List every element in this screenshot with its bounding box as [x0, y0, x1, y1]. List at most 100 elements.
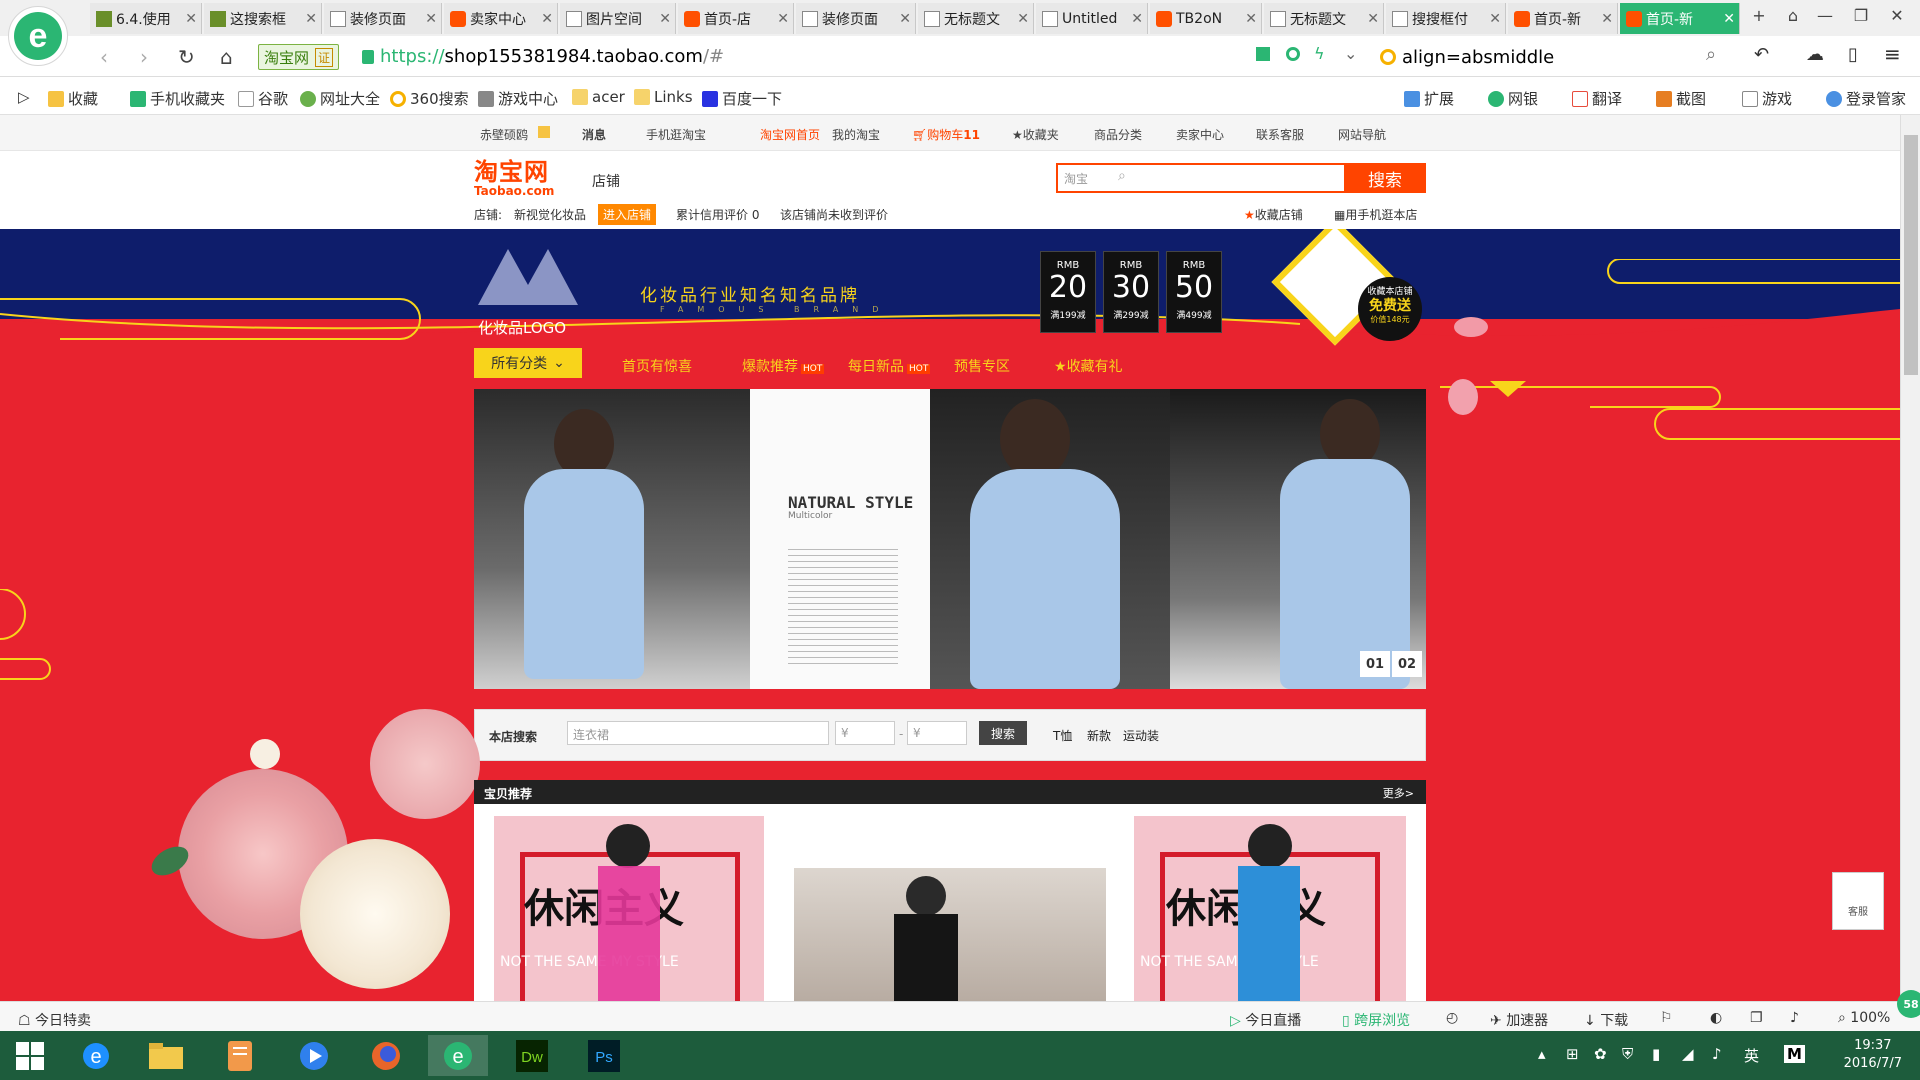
tab-11[interactable]: 无标题文 ✕ — [1264, 3, 1384, 34]
site-badge[interactable]: 淘宝网 证 — [258, 44, 340, 70]
ime-m-indicator[interactable]: M — [1784, 1045, 1805, 1063]
cross-screen-link[interactable]: ▯ 跨屏浏览 — [1342, 1010, 1410, 1030]
mobile-taobao-link[interactable]: 手机逛淘宝 — [646, 126, 706, 143]
lightning-icon[interactable]: ϟ — [1314, 44, 1325, 63]
close-icon[interactable]: ✕ — [1489, 11, 1501, 27]
message-link[interactable]: 消息 — [582, 126, 606, 143]
nav-presale[interactable]: 预售专区 — [954, 356, 1010, 376]
product-card-1[interactable]: 休闲主义 NOT THE SAME MY STYLE — [494, 816, 764, 1001]
bookmark-baidu[interactable]: 百度一下 — [702, 88, 782, 109]
dreamweaver-icon[interactable]: Dw — [502, 1035, 562, 1076]
cart-link[interactable]: 🛒︎购物车11 — [912, 126, 980, 143]
close-icon[interactable]: ✕ — [899, 11, 911, 27]
bookmark-mobile[interactable]: 手机收藏夹 — [130, 88, 225, 109]
gift-badge[interactable]: 收藏本店铺 免费送 价值148元 — [1358, 277, 1422, 341]
my-taobao-link[interactable]: 我的淘宝 — [832, 126, 880, 143]
bookmark-hao[interactable]: 网址大全 — [300, 88, 380, 109]
category-link[interactable]: 商品分类 — [1094, 126, 1142, 143]
search-icon[interactable]: ⌕ — [1706, 44, 1716, 65]
browser-icon[interactable]: ◐ — [1710, 1010, 1722, 1026]
tab-2[interactable]: 这搜索框 ✕ — [204, 3, 322, 34]
close-icon[interactable]: ✕ — [425, 11, 437, 27]
tray-network-icon[interactable]: ◢ — [1682, 1045, 1694, 1063]
tray-battery-icon[interactable]: ▮ — [1652, 1045, 1660, 1063]
close-icon[interactable]: ✕ — [541, 11, 553, 27]
tab-5[interactable]: 图片空间 ✕ — [560, 3, 676, 34]
close-icon[interactable]: ✕ — [1245, 11, 1257, 27]
tool-extensions[interactable]: 扩展 — [1404, 88, 1454, 109]
tool-bank[interactable]: 网银 — [1488, 88, 1538, 109]
ime-indicator[interactable]: 英 — [1744, 1045, 1759, 1066]
bookmark-favorites[interactable]: 收藏 — [48, 88, 98, 109]
notification-badge[interactable]: 58 — [1897, 990, 1920, 1018]
coupon-50[interactable]: RMB 50 满499减 — [1166, 251, 1222, 333]
shirt-icon[interactable]: ⌂ — [1780, 6, 1806, 25]
nav-favorite-gift[interactable]: ★收藏有礼 — [1054, 356, 1123, 376]
favorites-link[interactable]: ★收藏夹 — [1012, 126, 1059, 143]
accelerator-link[interactable]: ✈ 加速器 — [1490, 1010, 1548, 1030]
taobao-logo[interactable]: 淘宝网 Taobao.com — [474, 159, 554, 197]
close-icon[interactable]: ✕ — [777, 11, 789, 27]
windows-start-icon[interactable] — [0, 1035, 60, 1076]
tab-9[interactable]: Untitled ✕ — [1036, 3, 1148, 34]
browser-360-icon[interactable]: e — [428, 1035, 488, 1076]
tool-translate[interactable]: 翻译 — [1572, 88, 1622, 109]
browser-logo-icon[interactable]: e — [8, 6, 68, 66]
product-card-2[interactable] — [794, 816, 1106, 1001]
tab-1[interactable]: 6.4.使用 ✕ — [90, 3, 202, 34]
product-card-3[interactable]: 休闲主义 NOT THE SAME MY STYLE — [1134, 816, 1406, 1001]
tray-colorful-icon[interactable]: ✿ — [1594, 1045, 1607, 1063]
tool-login[interactable]: 登录管家 — [1826, 88, 1906, 109]
cloud-icon[interactable]: ☁ — [1806, 44, 1824, 65]
tray-shield-icon[interactable]: ⛨ — [1622, 1045, 1633, 1063]
speed-icon[interactable]: ◴ — [1446, 1010, 1458, 1026]
refresh-green-icon[interactable] — [1286, 47, 1300, 61]
tab-12[interactable]: 搜搜框付 ✕ — [1386, 3, 1506, 34]
close-icon[interactable]: ✕ — [305, 11, 317, 27]
tab-13[interactable]: 首页-新 ✕ — [1508, 3, 1618, 34]
search-scope[interactable]: 淘宝 — [1064, 170, 1088, 187]
bookmark-google[interactable]: 谷歌 — [238, 88, 288, 109]
today-deals-link[interactable]: ☖ 今日特卖 — [18, 1010, 91, 1030]
url-field[interactable]: https:// shop155381984.taobao.com /# — [362, 46, 724, 67]
shop-search-button[interactable]: 搜索 — [979, 721, 1027, 745]
menu-icon[interactable]: ≡ — [1884, 42, 1901, 66]
scrollbar-thumb[interactable] — [1904, 135, 1918, 375]
close-icon[interactable]: ✕ — [1601, 11, 1613, 27]
photoshop-icon[interactable]: Ps — [574, 1035, 634, 1076]
price-min-input[interactable]: ¥ — [835, 721, 895, 745]
close-icon[interactable]: ✕ — [659, 11, 671, 27]
minimize-button[interactable]: — — [1812, 6, 1838, 25]
back-button[interactable]: ‹ — [100, 45, 108, 69]
bookmark-links[interactable]: Links — [634, 88, 693, 106]
mobile-shop-link[interactable]: ▦用手机逛本店 — [1334, 206, 1417, 223]
close-icon[interactable]: ✕ — [1017, 11, 1029, 27]
contact-service-link[interactable]: 联系客服 — [1256, 126, 1304, 143]
shop-name[interactable]: 新视觉化妆品 — [514, 206, 586, 223]
close-icon[interactable]: ✕ — [1723, 11, 1735, 27]
tool-screenshot[interactable]: 截图 — [1656, 88, 1706, 109]
banner-dot-2[interactable]: 02 — [1392, 651, 1422, 677]
taobao-search-button[interactable]: 搜索 — [1344, 163, 1426, 193]
file-explorer-icon[interactable] — [136, 1035, 196, 1076]
tab-3[interactable]: 装修页面 ✕ — [324, 3, 442, 34]
seller-center-link[interactable]: 卖家中心 — [1176, 126, 1224, 143]
recommend-more-link[interactable]: 更多> — [1383, 785, 1414, 801]
coupon-20[interactable]: RMB 20 满199减 — [1040, 251, 1096, 333]
hotword-tshirt[interactable]: T恤 — [1053, 727, 1072, 744]
hero-banner[interactable]: NATURAL STYLE Multicolor 01 02 — [474, 389, 1426, 689]
ie-icon[interactable]: e — [66, 1035, 126, 1076]
page-scrollbar[interactable] — [1900, 115, 1920, 1001]
tab-6[interactable]: 首页-店 ✕ — [678, 3, 794, 34]
tab-4[interactable]: 卖家中心 ✕ — [444, 3, 558, 34]
close-icon[interactable]: ✕ — [185, 11, 197, 27]
chevron-down-icon[interactable]: ⌄ — [1344, 44, 1357, 63]
bookmark-games[interactable]: 游戏中心 — [478, 88, 558, 109]
tab-10[interactable]: TB2oN ✕ — [1150, 3, 1262, 34]
new-tab-button[interactable]: + — [1746, 6, 1772, 25]
tray-windows-icon[interactable]: ⊞ — [1566, 1045, 1579, 1063]
firefox-icon[interactable] — [356, 1035, 416, 1076]
shop-search-input[interactable]: 连衣裙 — [567, 721, 829, 745]
sound-icon[interactable]: ♪ — [1790, 1010, 1799, 1026]
price-max-input[interactable]: ¥ — [907, 721, 967, 745]
